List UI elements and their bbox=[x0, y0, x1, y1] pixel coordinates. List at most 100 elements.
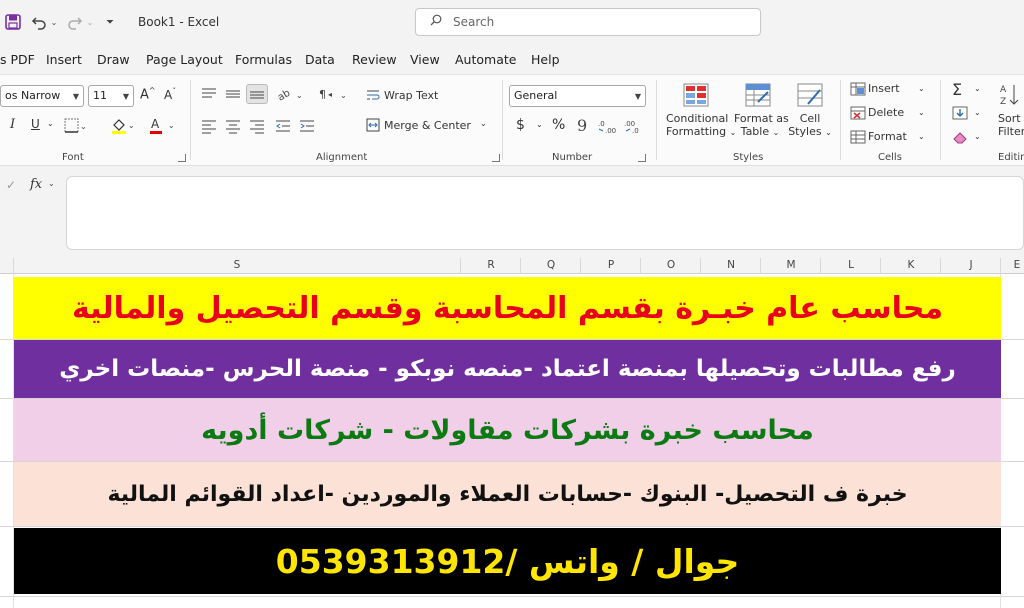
font-size-select[interactable]: 11 ▼ bbox=[88, 85, 134, 107]
fill-down-icon[interactable] bbox=[952, 106, 968, 120]
tab-pdf[interactable]: s PDF bbox=[0, 52, 35, 67]
insert-function-button[interactable]: fx bbox=[30, 177, 42, 192]
redo-dropdown-icon[interactable]: ⌄ bbox=[86, 12, 94, 32]
underline-button[interactable]: U bbox=[31, 117, 40, 131]
clear-dropdown-icon[interactable]: ⌄ bbox=[974, 132, 981, 141]
column-header-j[interactable]: J bbox=[964, 259, 978, 271]
chevron-down-icon[interactable]: ⌄ bbox=[48, 179, 55, 188]
comma-style-icon[interactable]: 9 bbox=[574, 116, 590, 135]
merged-cell-platforms[interactable]: رفع مطالبات وتحصيلها بمنصة اعتماد -منصه … bbox=[14, 340, 1001, 398]
column-header-m[interactable]: M bbox=[784, 259, 798, 271]
currency-dropdown-icon[interactable]: ⌄ bbox=[536, 120, 543, 129]
align-bottom-icon[interactable] bbox=[246, 84, 268, 104]
wrap-text-button[interactable]: Wrap Text bbox=[384, 89, 438, 102]
save-icon[interactable] bbox=[4, 12, 22, 32]
underline-dropdown-icon[interactable]: ⌄ bbox=[47, 119, 54, 128]
format-dropdown-icon[interactable]: ⌄ bbox=[918, 132, 925, 141]
text-direction-icon[interactable]: ¶ ◂ ⌄ bbox=[318, 86, 348, 102]
clear-eraser-icon[interactable] bbox=[952, 130, 968, 144]
orientation-icon[interactable]: ab ⌄ bbox=[276, 86, 304, 104]
borders-icon[interactable]: ⌄ bbox=[64, 118, 87, 134]
currency-button[interactable]: $ bbox=[516, 117, 525, 133]
font-dialog-launcher[interactable] bbox=[178, 154, 186, 162]
column-header-e[interactable]: E bbox=[1010, 259, 1024, 271]
tab-page-layout[interactable]: Page Layout bbox=[146, 52, 223, 67]
conditional-formatting-icon bbox=[682, 82, 710, 108]
merged-cell-title[interactable]: محاسب عام خبـرة بقسم المحاسبة وقسم التحص… bbox=[14, 277, 1001, 339]
column-divider bbox=[640, 258, 641, 274]
tab-data[interactable]: Data bbox=[305, 52, 335, 67]
column-divider bbox=[820, 258, 821, 274]
increase-indent-icon[interactable] bbox=[298, 118, 316, 134]
svg-text:⌄: ⌄ bbox=[128, 121, 135, 130]
column-header-p[interactable]: P bbox=[604, 259, 618, 271]
format-cells-button[interactable]: Format bbox=[868, 130, 907, 143]
decrease-indent-icon[interactable] bbox=[274, 118, 292, 134]
fill-color-icon[interactable]: ⌄ bbox=[110, 116, 136, 136]
font-size-value: 11 bbox=[93, 89, 107, 102]
conditional-formatting-button[interactable]: Conditional Formatting ⌄ bbox=[666, 112, 736, 138]
tab-review[interactable]: Review bbox=[352, 52, 397, 67]
svg-text:⌄: ⌄ bbox=[340, 91, 347, 100]
tab-automate[interactable]: Automate bbox=[455, 52, 516, 67]
number-dialog-launcher[interactable] bbox=[638, 154, 646, 162]
fill-dropdown-icon[interactable]: ⌄ bbox=[974, 108, 981, 117]
autosum-icon[interactable]: Σ bbox=[952, 80, 962, 99]
customize-qat-icon[interactable]: ⏷ bbox=[104, 12, 116, 32]
percent-button[interactable]: % bbox=[552, 117, 565, 133]
font-color-icon[interactable]: A ⌄ bbox=[148, 116, 178, 136]
align-center-icon[interactable] bbox=[224, 118, 242, 134]
alignment-dialog-launcher[interactable] bbox=[492, 154, 500, 162]
svg-text:⌄: ⌄ bbox=[168, 121, 175, 130]
group-separator bbox=[940, 80, 941, 160]
insert-dropdown-icon[interactable]: ⌄ bbox=[918, 84, 925, 93]
align-left-icon[interactable] bbox=[200, 118, 218, 134]
increase-decimal-icon[interactable]: .0.00 bbox=[598, 118, 620, 135]
tab-formulas[interactable]: Formulas bbox=[235, 52, 292, 67]
svg-text:⌄: ⌄ bbox=[296, 91, 303, 100]
merge-center-button[interactable]: Merge & Center bbox=[384, 119, 471, 132]
delete-dropdown-icon[interactable]: ⌄ bbox=[918, 108, 925, 117]
align-top-icon[interactable] bbox=[200, 86, 218, 102]
column-header-s[interactable]: S bbox=[230, 259, 244, 271]
shrink-font-button[interactable]: Aˇ bbox=[164, 87, 176, 102]
chevron-down-icon: ▼ bbox=[72, 92, 79, 101]
merged-cell-experience[interactable]: خبرة ف التحصيل- البنوك -حسابات العملاء و… bbox=[14, 462, 1001, 526]
cancel-icon[interactable]: ✓ bbox=[6, 178, 16, 192]
format-as-table-button[interactable]: Format as Table ⌄ bbox=[734, 112, 789, 138]
column-header-k[interactable]: K bbox=[904, 259, 918, 271]
undo-icon[interactable] bbox=[30, 12, 48, 32]
align-right-icon[interactable] bbox=[248, 118, 266, 134]
delete-cells-button[interactable]: Delete bbox=[868, 106, 904, 119]
tab-insert[interactable]: Insert bbox=[46, 52, 82, 67]
sort-filter-button[interactable]: Sort Filter bbox=[998, 112, 1024, 138]
tab-draw[interactable]: Draw bbox=[97, 52, 130, 67]
italic-button[interactable]: I bbox=[10, 117, 15, 132]
formula-input[interactable] bbox=[66, 176, 1024, 250]
tab-view[interactable]: View bbox=[410, 52, 440, 67]
merged-cell-contact[interactable]: جوال / واتس /0539313912 bbox=[14, 528, 1001, 594]
row-divider bbox=[0, 526, 1024, 527]
number-group-label: Number bbox=[552, 152, 593, 163]
number-format-select[interactable]: General ▼ bbox=[509, 85, 646, 107]
column-header-l[interactable]: L bbox=[844, 259, 858, 271]
autosum-dropdown-icon[interactable]: ⌄ bbox=[974, 84, 981, 93]
decrease-decimal-icon[interactable]: .00.0 bbox=[624, 118, 646, 135]
cell-styles-icon bbox=[796, 82, 824, 108]
align-middle-icon[interactable] bbox=[224, 86, 242, 102]
svg-text:◂: ◂ bbox=[328, 90, 332, 99]
merge-dropdown-icon[interactable]: ⌄ bbox=[480, 119, 487, 128]
merged-cell-companies[interactable]: محاسب خبرة بشركات مقاولات - شركات أدويه bbox=[14, 399, 1001, 461]
column-header-n[interactable]: N bbox=[724, 259, 738, 271]
column-header-q[interactable]: Q bbox=[544, 259, 558, 271]
cell-styles-button[interactable]: Cell Styles ⌄ bbox=[788, 112, 832, 138]
column-header-o[interactable]: O bbox=[664, 259, 678, 271]
redo-icon[interactable] bbox=[66, 12, 84, 32]
insert-cells-button[interactable]: Insert bbox=[868, 82, 900, 95]
undo-dropdown-icon[interactable]: ⌄ bbox=[50, 12, 58, 32]
column-header-r[interactable]: R bbox=[484, 259, 498, 271]
tab-help[interactable]: Help bbox=[531, 52, 560, 67]
grow-font-button[interactable]: A^ bbox=[140, 86, 156, 102]
font-name-select[interactable]: os Narrow ▼ bbox=[0, 85, 84, 107]
chevron-down-icon: ▼ bbox=[122, 92, 129, 101]
